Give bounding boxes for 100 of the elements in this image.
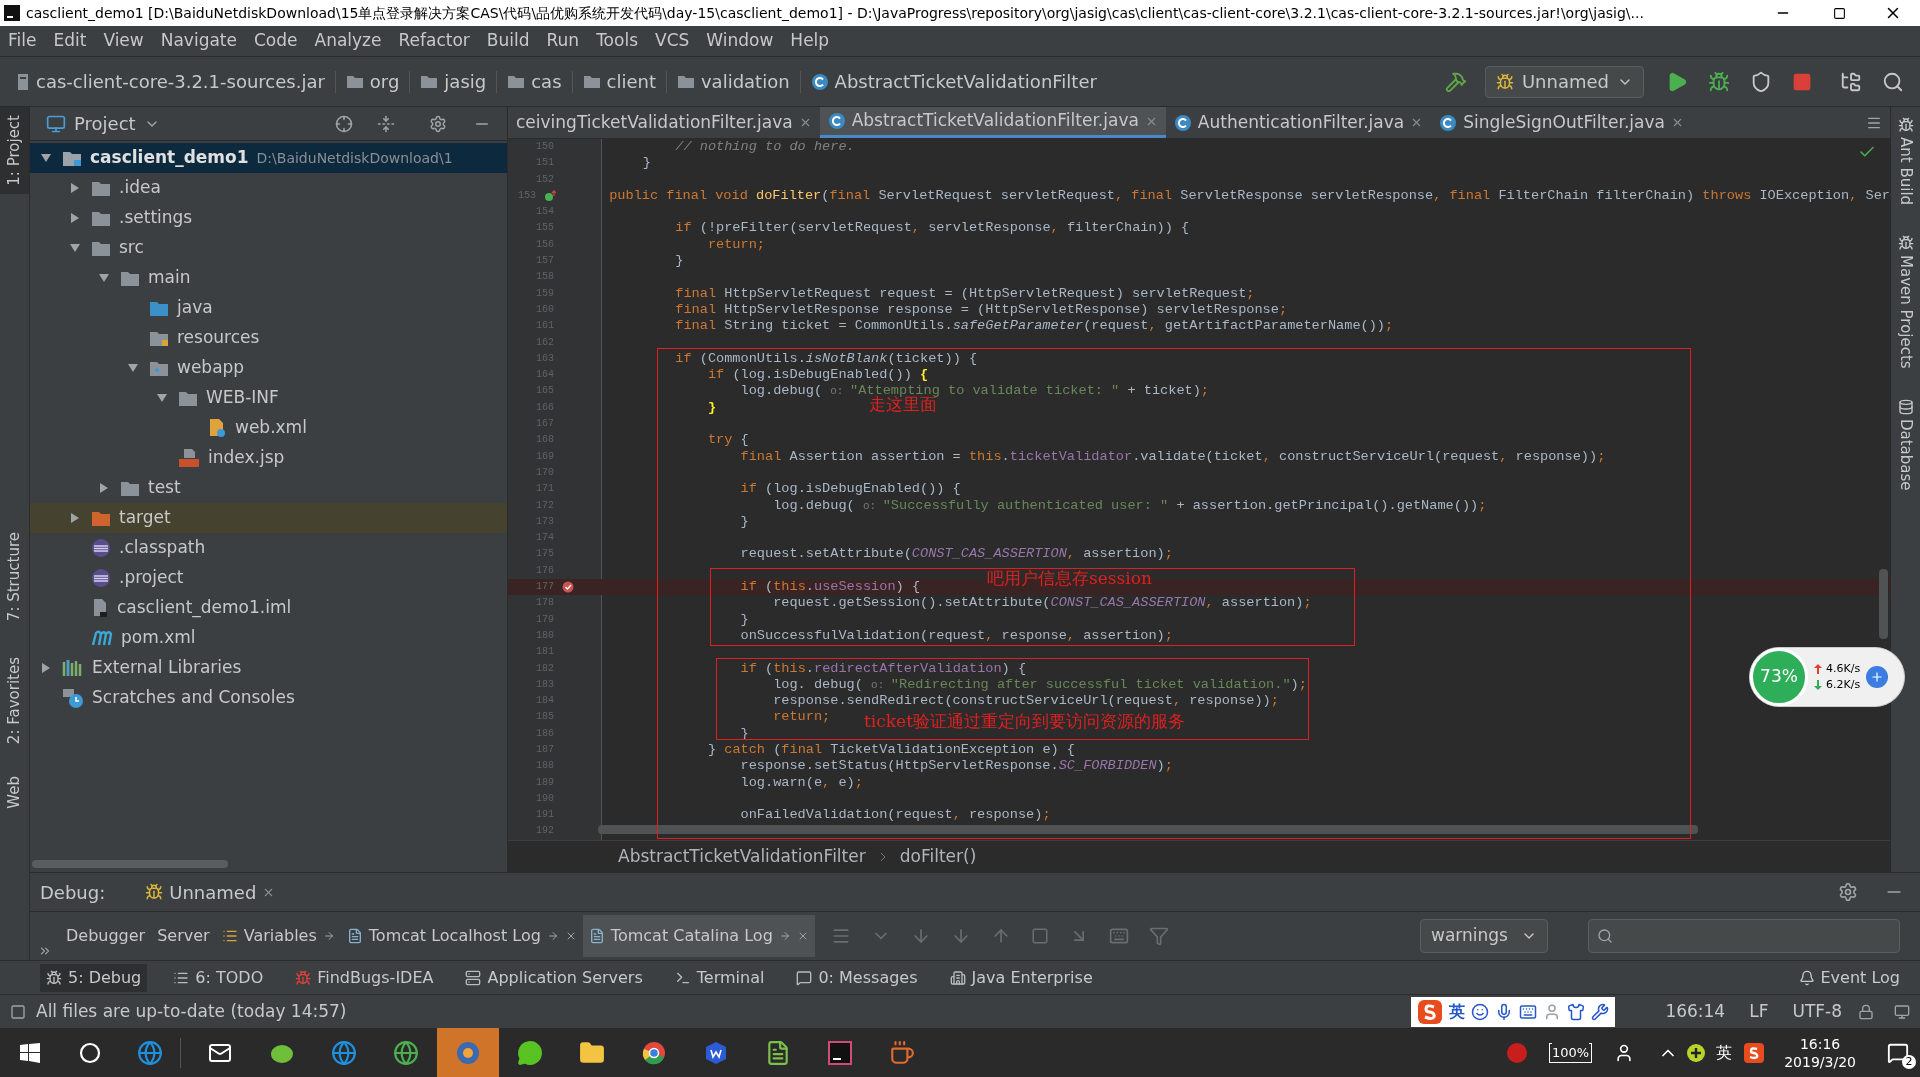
tool-window-button[interactable]: Java Enterprise <box>943 963 1099 992</box>
debug-tab[interactable]: Tomcat Localhost Log <box>340 915 583 957</box>
editor-tab[interactable]: SingleSignOutFilter.java <box>1431 107 1692 138</box>
menu-item[interactable]: Window <box>706 28 774 54</box>
code-line: response.sendRedirect(constructServiceUrl(request, response)); <box>772 693 1279 710</box>
breadcrumb-item[interactable]: cas <box>507 68 562 95</box>
menu-item[interactable]: VCS <box>655 28 690 54</box>
event-log-button[interactable]: Event Log <box>1798 965 1900 990</box>
breadcrumb-item[interactable]: cas-client-core-3.2.1-sources.jar <box>16 68 325 95</box>
code-line: request.setAttribute(CONST_CAS_ASSERTION, assertion); <box>739 546 1173 563</box>
network-speed-widget[interactable]: 73% 4.6K/s 6.2K/s <box>1749 647 1905 707</box>
code-line: onFailedValidation(request, response); <box>739 807 1051 824</box>
menu-item[interactable]: Analyze <box>314 28 382 54</box>
notification-button[interactable]: 2 <box>1876 1028 1920 1077</box>
tree-item[interactable]: webapp <box>30 353 507 383</box>
tree-item[interactable]: WEB-INF <box>30 383 507 413</box>
run-config-dropdown[interactable]: Unnamed <box>1484 65 1644 98</box>
tree-item[interactable]: .settings <box>30 203 507 233</box>
tree-item[interactable]: src <box>30 233 507 263</box>
code-line: if (log.isDebugEnabled()) { <box>706 367 929 384</box>
tree-item[interactable]: pom.xml <box>30 623 507 653</box>
tool-window-tab[interactable]: Database <box>1894 398 1917 491</box>
clock[interactable]: 16:16 2019/3/20 <box>1784 1034 1856 1071</box>
ime-mode[interactable]: 英 <box>1449 999 1466 1024</box>
code-line: } <box>706 399 717 417</box>
tree-item-label: resources <box>177 326 260 350</box>
tool-window-tab[interactable]: Maven Projects <box>1894 235 1917 369</box>
debug-tab[interactable]: Debugger <box>60 915 152 957</box>
tool-window-button[interactable]: 5: Debug <box>40 963 148 992</box>
editor-tab[interactable]: ceivingTicketValidationFilter.java <box>508 107 820 138</box>
code-line: try { <box>706 432 749 449</box>
menu-item[interactable]: Tools <box>596 28 638 54</box>
breadcrumb-item[interactable]: AbstractTicketValidationFilter <box>618 843 866 870</box>
code-line: final HttpServletRequest request = (HttpServletRequest) servletRequest; <box>674 285 1255 302</box>
tree-item[interactable]: web.xml <box>30 413 507 443</box>
annotation-text: 吧用户信息存session <box>987 567 1152 590</box>
code-line: onSuccessfulValidation(request, response, assertion); <box>739 627 1173 645</box>
code-line: final String ticket = CommonUtils.safeGetParameter(request, getArtifactParameterName()); <box>674 318 1394 335</box>
tree-item[interactable]: main <box>30 263 507 293</box>
breadcrumb-item[interactable]: AbstractTicketValidationFilter <box>810 68 1097 95</box>
tool-window-button[interactable]: 0: Messages <box>790 963 924 992</box>
tree-item[interactable]: .idea <box>30 173 507 203</box>
log-filter-dropdown[interactable]: warnings <box>1420 919 1548 953</box>
tool-window-button[interactable]: FindBugs-IDEA <box>289 963 440 992</box>
menu-item[interactable]: Run <box>546 28 580 54</box>
tool-window-tab[interactable]: Ant Build <box>1894 117 1917 206</box>
menu-item[interactable]: Code <box>254 28 298 54</box>
editor-tab[interactable]: AbstractTicketValidationFilter.java <box>819 107 1166 138</box>
menu-item[interactable]: Edit <box>53 28 87 54</box>
debug-session-tab[interactable]: Unnamed <box>139 878 282 906</box>
code-line: } <box>674 253 684 270</box>
code-line: return; <box>772 709 831 726</box>
menu-item[interactable]: Help <box>790 28 830 54</box>
tree-item-label: Scratches and Consoles <box>92 686 295 710</box>
breadcrumb-item[interactable]: client <box>582 68 656 95</box>
breadcrumb-item[interactable]: doFilter() <box>899 843 977 870</box>
file-encoding[interactable]: UTF-8 <box>1792 998 1842 1025</box>
battery-indicator[interactable]: 100% <box>1549 1042 1593 1063</box>
breadcrumb-item[interactable]: org <box>345 68 400 95</box>
editor-tab[interactable]: AuthenticationFilter.java <box>1165 107 1432 138</box>
tool-window-tab[interactable]: 7: Structure <box>0 523 29 629</box>
tree-item[interactable]: casclient_demo1.iml <box>30 593 507 623</box>
tool-window-tab[interactable]: 2: Favorites <box>0 648 29 752</box>
debug-tab[interactable]: Variables <box>215 915 341 957</box>
annotation-text: ticket验证通过重定向到要访问资源的服务 <box>864 710 1185 733</box>
tool-window-tab[interactable]: Web <box>0 767 29 817</box>
tree-item[interactable]: target <box>30 503 507 533</box>
tree-item[interactable]: resources <box>30 323 507 353</box>
tree-item[interactable]: External Libraries <box>30 653 507 683</box>
input-language[interactable]: 英 <box>1716 1040 1733 1065</box>
tree-item[interactable]: Scratches and Consoles <box>30 683 507 713</box>
line-separator[interactable]: LF <box>1749 998 1769 1025</box>
menu-item[interactable]: Build <box>486 28 530 54</box>
notification-count: 2 <box>1902 1055 1916 1069</box>
tree-item[interactable]: .classpath <box>30 533 507 563</box>
debug-tab[interactable]: Server <box>151 915 216 957</box>
tree-item[interactable]: .project <box>30 563 507 593</box>
menu-item[interactable]: File <box>8 28 37 54</box>
tool-window-button[interactable]: 6: TODO <box>167 963 270 992</box>
tool-window-button[interactable]: Terminal <box>668 963 771 992</box>
tree-item-label: External Libraries <box>92 656 242 680</box>
tool-window-tab[interactable]: 1: Project <box>0 107 29 194</box>
tree-item-label: main <box>148 266 191 290</box>
tree-item[interactable]: test <box>30 473 507 503</box>
tool-window-button[interactable]: Application Servers <box>459 963 649 992</box>
caret-position[interactable]: 166:14 <box>1665 998 1726 1025</box>
tree-item[interactable]: index.jsp <box>30 443 507 473</box>
breadcrumb-item[interactable]: validation <box>676 68 790 95</box>
tree-item-label: index.jsp <box>208 446 285 470</box>
menu-item[interactable]: Refactor <box>398 28 470 54</box>
menu-item[interactable]: View <box>103 28 144 54</box>
tree-item[interactable]: java <box>30 293 507 323</box>
tree-item-label: src <box>119 236 144 260</box>
tree-item-label: target <box>119 506 171 530</box>
breadcrumb-item[interactable]: jasig <box>420 68 487 95</box>
tree-item[interactable]: casclient_demo1 D:\BaiduNetdiskDownload\1 <box>30 143 507 173</box>
code-line: } catch (final TicketValidationException e) { <box>706 742 1076 759</box>
menu-item[interactable]: Navigate <box>160 28 237 54</box>
download-speed: 6.2K/s <box>1826 677 1861 693</box>
debug-tab[interactable]: Tomcat Catalina Log <box>582 915 815 957</box>
